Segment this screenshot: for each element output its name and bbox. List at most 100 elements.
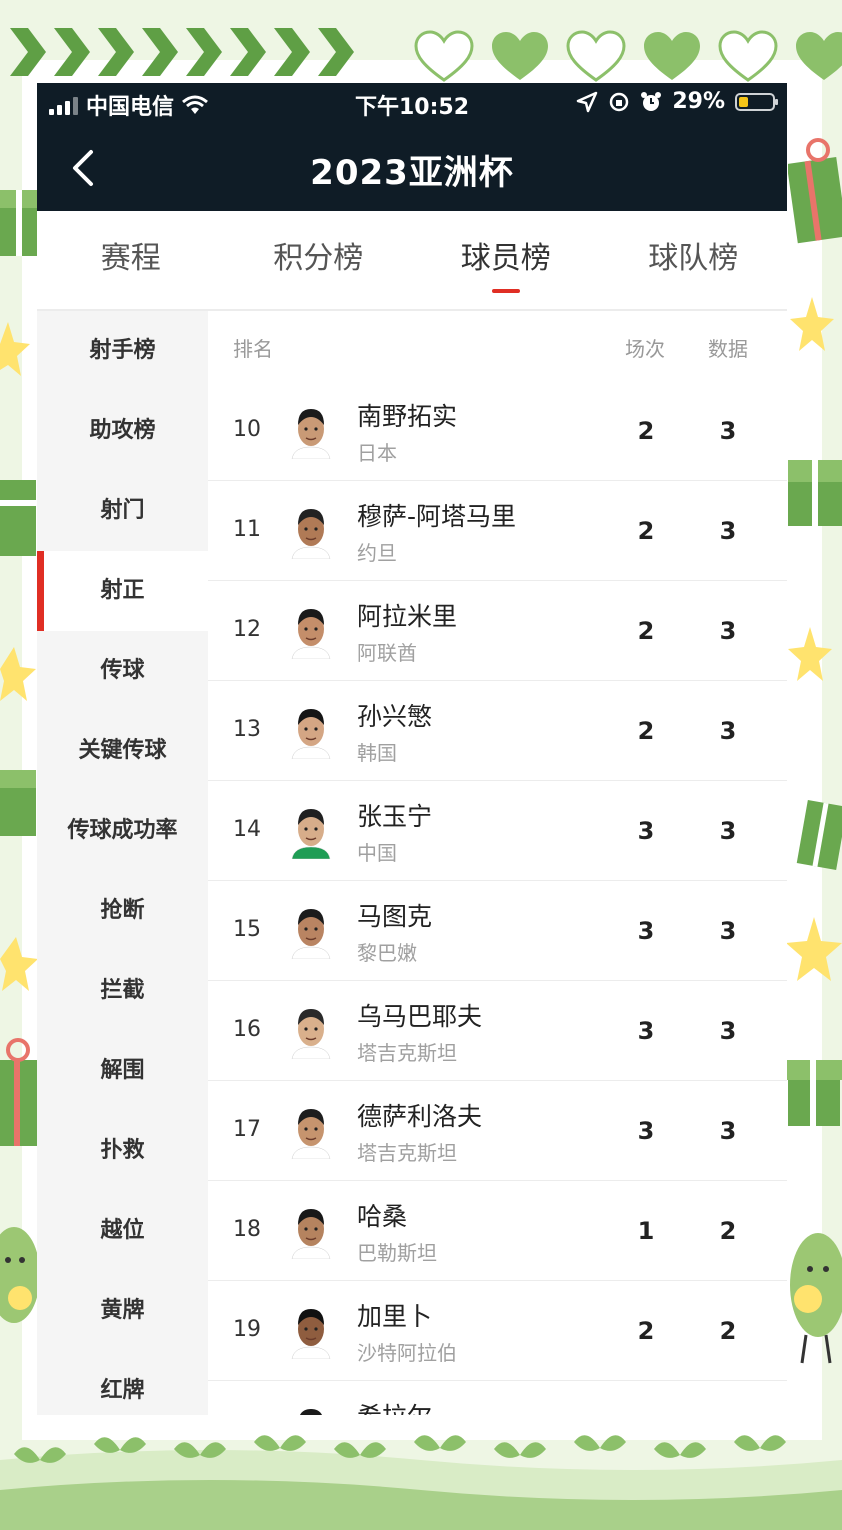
games-played: 3 [637,917,655,945]
chevron-decor-icon [318,28,354,76]
sidebar-item-yellow-cards[interactable]: 黄牌 [37,1271,208,1351]
table-row[interactable]: 12 阿拉米里 阿联酋 2 3 [208,581,787,681]
table-row[interactable]: 14 张玉宁 中国 3 3 [208,781,787,881]
tab-schedule[interactable]: 赛程 [37,211,225,309]
player-avatar [291,409,331,459]
sidebar-item-passes[interactable]: 传球 [37,631,208,711]
table-row[interactable]: 18 哈桑 巴勒斯坦 1 2 [208,1181,787,1281]
player-country: 韩国 [357,741,397,765]
star-decor-icon [788,627,832,681]
table-row[interactable]: 19 加里卜 沙特阿拉伯 2 2 [208,1281,787,1381]
games-played: 2 [637,517,655,545]
player-avatar [299,1409,323,1415]
bean-character-icon [790,1233,842,1364]
heart-filled-icon [492,32,548,80]
table-row[interactable]: 17 德萨利洛夫 塔吉克斯坦 3 3 [208,1081,787,1181]
player-rank: 13 [233,717,261,742]
tab-label: 球队榜 [648,241,739,276]
table-row[interactable]: 15 马图克 黎巴嫩 3 3 [208,881,787,981]
sidebar-item-red-cards[interactable]: 红牌 [37,1351,208,1415]
star-decor-icon [0,937,38,991]
player-name: 德萨利洛夫 [357,1102,483,1131]
battery-level-fill [739,96,748,107]
gift-box-icon [796,800,842,870]
player-name: 加里卜 [357,1302,433,1331]
player-avatar [291,609,331,659]
player-avatar [291,709,331,759]
games-played: 2 [637,617,655,645]
sidebar-item-top-scorers[interactable]: 射手榜 [37,311,208,391]
chevron-decor-icon [98,28,134,76]
table-header: 排名 场次 数据 [208,311,787,381]
main-tabs: 赛程 积分榜 球员榜 球队榜 [37,211,787,311]
table-row[interactable]: 11 穆萨-阿塔马里 约旦 2 3 [208,481,787,581]
games-played: 2 [637,1317,655,1345]
sidebar-item-shots[interactable]: 射门 [37,471,208,551]
games-played: 3 [637,1017,655,1045]
sidebar-item-assists[interactable]: 助攻榜 [37,391,208,471]
sidebar-item-key-passes[interactable]: 关键传球 [37,711,208,791]
player-rank: 10 [233,417,261,442]
chevron-decor-icon [230,28,266,76]
player-avatar [291,909,331,959]
chevron-decor-icon [186,28,222,76]
sidebar-item-offsides[interactable]: 越位 [37,1191,208,1271]
gift-box-icon [0,190,40,256]
player-country: 巴勒斯坦 [357,1241,437,1265]
sidebar-item-shots-on-target[interactable]: 射正 [37,551,208,631]
heart-outline-icon [566,30,626,82]
tab-standings[interactable]: 积分榜 [225,211,413,309]
player-avatar [291,509,331,559]
star-decor-icon [786,917,842,981]
player-avatar [291,1309,331,1359]
stat-value: 3 [719,1117,737,1145]
games-played: 2 [637,417,655,445]
battery-icon [735,92,778,111]
player-country: 沙特阿拉伯 [357,1341,457,1365]
tab-team-rankings[interactable]: 球队榜 [600,211,788,309]
player-country: 黎巴嫩 [357,941,417,965]
player-avatar [291,1109,331,1159]
tab-player-rankings[interactable]: 球员榜 [412,211,600,309]
stat-value: 3 [719,1017,737,1045]
games-played: 3 [637,817,655,845]
stat-value: 3 [719,517,737,545]
player-rank: 17 [233,1117,261,1142]
player-name: 张玉宁 [357,802,433,831]
sidebar-item-tackles[interactable]: 抢断 [37,871,208,951]
stat-value: 3 [719,817,737,845]
tab-label: 球员榜 [460,241,551,276]
tab-label: 赛程 [100,241,161,276]
gift-box-icon [788,138,842,244]
sidebar-item-interceptions[interactable]: 拦截 [37,951,208,1031]
player-avatar [291,1009,331,1059]
player-country: 约旦 [357,541,397,565]
heart-outline-icon [414,30,474,82]
header-rank: 排名 [233,337,273,361]
sidebar-item-saves[interactable]: 扑救 [37,1111,208,1191]
gift-box-icon [0,770,36,836]
star-decor-icon [0,647,36,701]
table-row[interactable]: 16 乌马巴耶夫塔吉克斯坦 3 3 [208,981,787,1081]
chevron-border-decoration [6,28,354,76]
sidebar-item-pass-accuracy[interactable]: 传球成功率 [37,791,208,871]
stat-value: 3 [719,917,737,945]
sidebar-item-clearances[interactable]: 解围 [37,1031,208,1111]
player-country: 塔吉克斯坦 [357,1041,457,1065]
rotation-lock-icon [610,92,629,111]
player-country: 中国 [357,841,397,865]
player-name: 乌马巴耶夫 [357,1002,483,1031]
heart-filled-icon [644,32,700,80]
player-country: 日本 [357,441,397,465]
player-avatar [291,809,331,859]
games-played: 1 [637,1217,655,1245]
active-tab-indicator [491,289,520,293]
player-name: 阿拉米里 [357,602,458,631]
player-rank: 16 [233,1017,261,1042]
player-rank: 19 [233,1317,261,1342]
player-name: 哈桑 [357,1202,408,1231]
table-row[interactable]: 10 南野拓实 日本 2 3 [208,381,787,481]
table-row[interactable]: 13 孙兴慜 韩国 2 3 [208,681,787,781]
player-name: 穆萨-阿塔马里 [357,502,517,531]
table-row[interactable]: 希拉尔 [208,1381,787,1415]
